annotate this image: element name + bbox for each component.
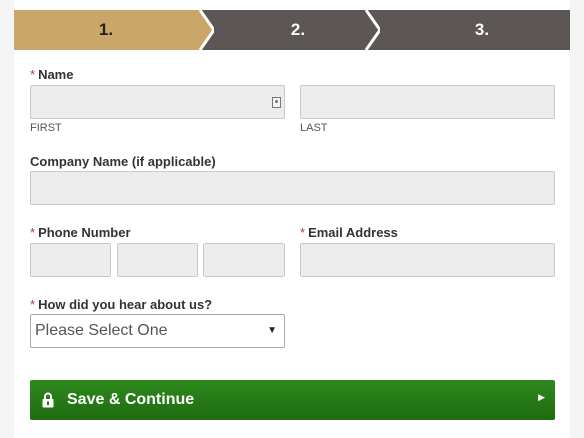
company-label: Company Name (if applicable) bbox=[30, 154, 216, 169]
email-label-text: Email Address bbox=[308, 225, 398, 240]
step-3[interactable]: 3. bbox=[366, 10, 570, 50]
required-mark: * bbox=[30, 225, 36, 240]
name-label: * Name bbox=[30, 67, 73, 82]
required-mark: * bbox=[300, 225, 306, 240]
company-name-input[interactable] bbox=[30, 171, 555, 205]
required-mark: * bbox=[30, 297, 36, 312]
phone-label-text: Phone Number bbox=[38, 225, 131, 240]
phone-area-code-input[interactable] bbox=[30, 243, 111, 277]
step-2-label: 2. bbox=[290, 20, 306, 39]
name-label-text: Name bbox=[38, 67, 74, 82]
phone-label: * Phone Number bbox=[30, 225, 131, 240]
step-progress-bar: 1. 2. 3. bbox=[14, 10, 570, 50]
lock-icon bbox=[42, 392, 54, 408]
hear-about-label-text: How did you hear about us? bbox=[38, 297, 213, 312]
step-2[interactable]: 2. bbox=[200, 10, 380, 50]
last-sublabel: LAST bbox=[300, 122, 328, 134]
save-continue-label: Save & Continue bbox=[67, 391, 195, 408]
first-sublabel: FIRST bbox=[30, 122, 62, 134]
contact-card-icon[interactable] bbox=[272, 97, 281, 108]
required-mark: * bbox=[30, 67, 36, 82]
hear-about-select-value: Please Select One bbox=[35, 322, 168, 339]
step-separator-1 bbox=[198, 10, 214, 50]
chevron-right-icon: ▶ bbox=[538, 392, 545, 402]
hear-about-select[interactable]: Please Select One ▼ bbox=[30, 314, 285, 348]
last-name-input[interactable] bbox=[300, 85, 555, 119]
first-name-input[interactable] bbox=[30, 85, 285, 119]
chevron-down-icon: ▼ bbox=[267, 325, 277, 336]
step-1-label: 1. bbox=[98, 20, 114, 39]
step-3-label: 3. bbox=[474, 20, 490, 39]
save-continue-button[interactable]: Save & Continue ▶ bbox=[30, 380, 555, 420]
step-separator-2 bbox=[364, 10, 380, 50]
phone-line-input[interactable] bbox=[203, 243, 285, 277]
phone-prefix-input[interactable] bbox=[117, 243, 198, 277]
email-input[interactable] bbox=[300, 243, 555, 277]
email-label: * Email Address bbox=[300, 225, 398, 240]
step-1[interactable]: 1. bbox=[14, 10, 214, 50]
hear-about-label: * How did you hear about us? bbox=[30, 297, 212, 312]
form-panel: 1. 2. 3. * Name FIRST LAST Company Name (… bbox=[14, 0, 570, 438]
